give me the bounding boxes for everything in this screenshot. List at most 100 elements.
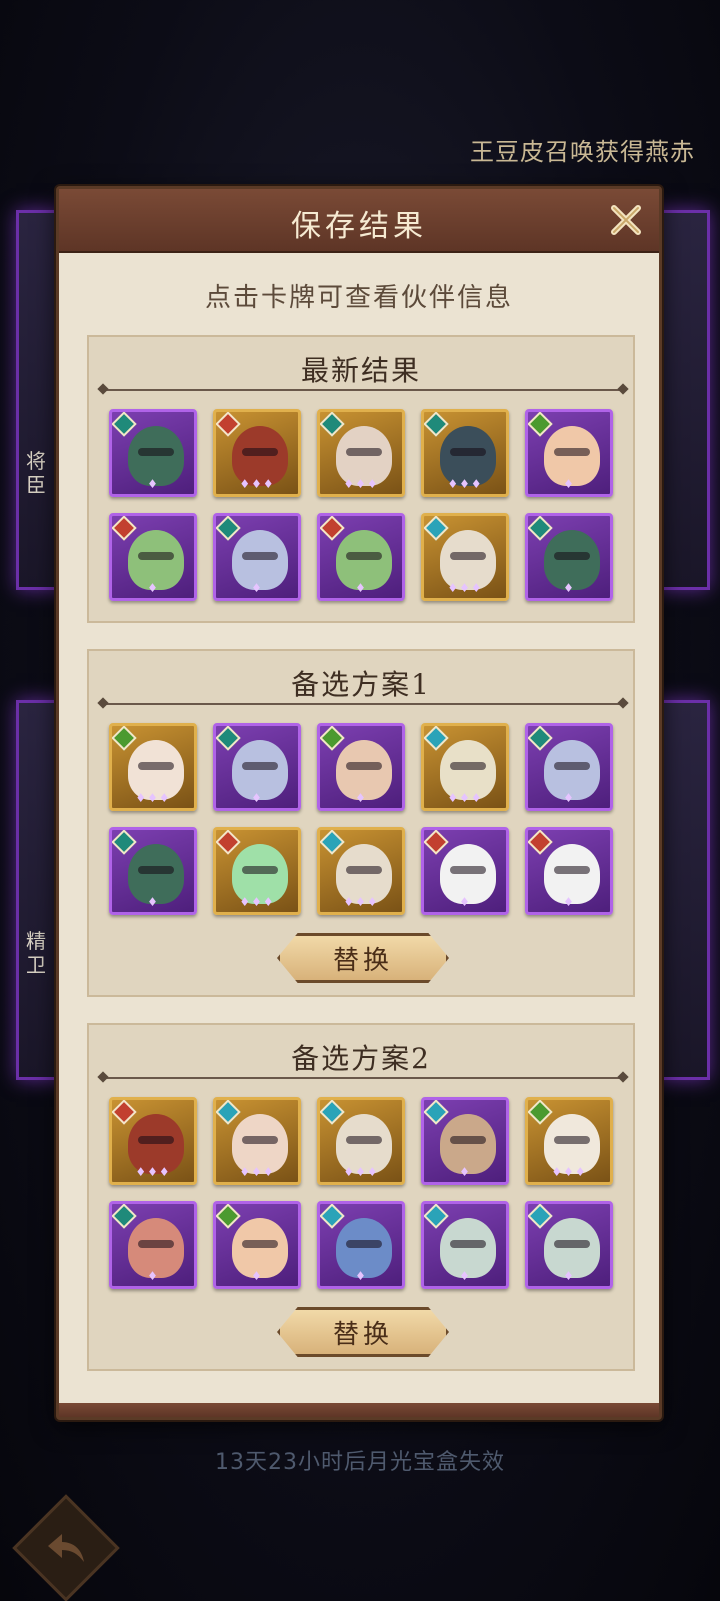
star-rank: ♦: [459, 895, 471, 909]
dialog-title: 保存结果: [291, 209, 427, 244]
faction-teal-icon: [112, 1204, 137, 1229]
hero-card[interactable]: ♦: [525, 1201, 613, 1289]
faction-red-icon: [424, 830, 449, 855]
hero-card[interactable]: ♦: [213, 723, 301, 811]
faction-green-icon: [216, 1204, 241, 1229]
star-rank: ♦: [147, 477, 159, 491]
faction-teal-icon: [320, 412, 345, 437]
star-rank: ♦♦♦: [135, 1165, 171, 1179]
hero-card[interactable]: ♦♦♦: [525, 1097, 613, 1185]
hero-card[interactable]: ♦: [213, 513, 301, 601]
star-rank: ♦: [147, 895, 159, 909]
faction-teal-icon: [216, 726, 241, 751]
hero-card[interactable]: ♦♦♦: [213, 827, 301, 915]
hero-card[interactable]: ♦: [525, 513, 613, 601]
dialog-hint: 点击卡牌可查看伙伴信息: [204, 283, 513, 313]
hero-card[interactable]: ♦: [421, 827, 509, 915]
hero-card[interactable]: ♦♦♦: [109, 723, 197, 811]
section-divider: [103, 389, 623, 391]
hero-card[interactable]: ♦♦♦: [421, 409, 509, 497]
section-latest-result: 最新结果 ♦ ♦♦♦ ♦♦♦ ♦♦♦ ♦ ♦ ♦ ♦ ♦♦♦ ♦: [87, 335, 635, 623]
faction-sky-icon: [320, 1204, 345, 1229]
faction-sky-icon: [424, 516, 449, 541]
hero-card[interactable]: ♦♦♦: [213, 1097, 301, 1185]
faction-sky-icon: [320, 830, 345, 855]
hero-card[interactable]: ♦♦♦: [213, 409, 301, 497]
hero-card[interactable]: ♦♦♦: [421, 513, 509, 601]
back-arrow-icon: [48, 1534, 84, 1562]
hero-card[interactable]: ♦: [109, 513, 197, 601]
star-rank: ♦: [459, 1269, 471, 1283]
hero-card[interactable]: ♦: [109, 1201, 197, 1289]
hero-card[interactable]: ♦♦♦: [109, 1097, 197, 1185]
expire-countdown-text: 13天23小时后月光宝盒失效: [215, 1450, 505, 1475]
back-button[interactable]: [12, 1494, 120, 1601]
faction-green-icon: [528, 1100, 553, 1125]
star-rank: ♦: [563, 895, 575, 909]
faction-teal-icon: [424, 412, 449, 437]
hero-card[interactable]: ♦: [109, 409, 197, 497]
hero-card[interactable]: ♦♦♦: [317, 1097, 405, 1185]
faction-red-icon: [112, 516, 137, 541]
replace-button-option-2[interactable]: 替换: [277, 1307, 449, 1357]
star-rank: ♦♦♦: [343, 477, 379, 491]
hero-card[interactable]: ♦: [525, 723, 613, 811]
section-title: 备选方案1: [291, 668, 431, 701]
star-rank: ♦♦♦: [343, 895, 379, 909]
faction-sky-icon: [320, 1100, 345, 1125]
hero-card[interactable]: ♦: [213, 1201, 301, 1289]
hero-card[interactable]: ♦: [525, 409, 613, 497]
hero-card[interactable]: ♦: [317, 513, 405, 601]
star-rank: ♦: [355, 1269, 367, 1283]
faction-sky-icon: [424, 1204, 449, 1229]
section-divider: [103, 1077, 623, 1079]
star-rank: ♦♦♦: [447, 791, 483, 805]
faction-teal-icon: [112, 412, 137, 437]
faction-red-icon: [216, 412, 241, 437]
section-divider: [103, 703, 623, 705]
faction-red-icon: [112, 1100, 137, 1125]
hero-card[interactable]: ♦♦♦: [317, 827, 405, 915]
faction-red-icon: [320, 516, 345, 541]
faction-sky-icon: [528, 1204, 553, 1229]
hero-card[interactable]: ♦: [109, 827, 197, 915]
section-title: 备选方案2: [291, 1042, 431, 1075]
hero-card[interactable]: ♦♦♦: [421, 723, 509, 811]
star-rank: ♦♦♦: [239, 1165, 275, 1179]
close-button[interactable]: [601, 195, 651, 245]
star-rank: ♦: [147, 1269, 159, 1283]
faction-sky-icon: [424, 1100, 449, 1125]
faction-sky-icon: [216, 1100, 241, 1125]
star-rank: ♦: [251, 1269, 263, 1283]
faction-green-icon: [320, 726, 345, 751]
background-card-label: 将臣: [26, 449, 46, 497]
star-rank: ♦: [251, 791, 263, 805]
star-rank: ♦: [355, 791, 367, 805]
background-card-label: 精卫: [26, 929, 46, 977]
hero-card[interactable]: ♦: [317, 723, 405, 811]
hero-card[interactable]: ♦: [421, 1097, 509, 1185]
replace-button-option-1[interactable]: 替换: [277, 933, 449, 983]
faction-teal-icon: [112, 830, 137, 855]
star-rank: ♦♦♦: [239, 477, 275, 491]
hero-card[interactable]: ♦: [525, 827, 613, 915]
hero-card[interactable]: ♦: [421, 1201, 509, 1289]
close-icon: [611, 205, 641, 235]
summon-broadcast-marquee: 王豆皮召唤获得燕赤: [470, 138, 695, 166]
star-rank: ♦♦♦: [135, 791, 171, 805]
star-rank: ♦: [563, 1269, 575, 1283]
dialog-footer: [59, 1403, 659, 1417]
faction-teal-icon: [528, 726, 553, 751]
faction-teal-icon: [216, 516, 241, 541]
star-rank: ♦: [459, 1165, 471, 1179]
star-rank: ♦♦♦: [239, 895, 275, 909]
faction-green-icon: [528, 412, 553, 437]
section-option-1: 备选方案1 ♦♦♦ ♦ ♦ ♦♦♦ ♦ ♦ ♦♦♦ ♦♦♦ ♦ ♦ 替换: [87, 649, 635, 997]
star-rank: ♦: [355, 581, 367, 595]
star-rank: ♦♦♦: [343, 1165, 379, 1179]
star-rank: ♦: [563, 581, 575, 595]
star-rank: ♦♦♦: [447, 477, 483, 491]
hero-card[interactable]: ♦: [317, 1201, 405, 1289]
hero-card[interactable]: ♦♦♦: [317, 409, 405, 497]
save-result-dialog: 保存结果 点击卡牌可查看伙伴信息 最新结果 ♦ ♦♦♦ ♦♦♦ ♦♦♦ ♦ ♦ ♦ ♦ ♦♦♦ ♦…: [56, 186, 662, 1420]
